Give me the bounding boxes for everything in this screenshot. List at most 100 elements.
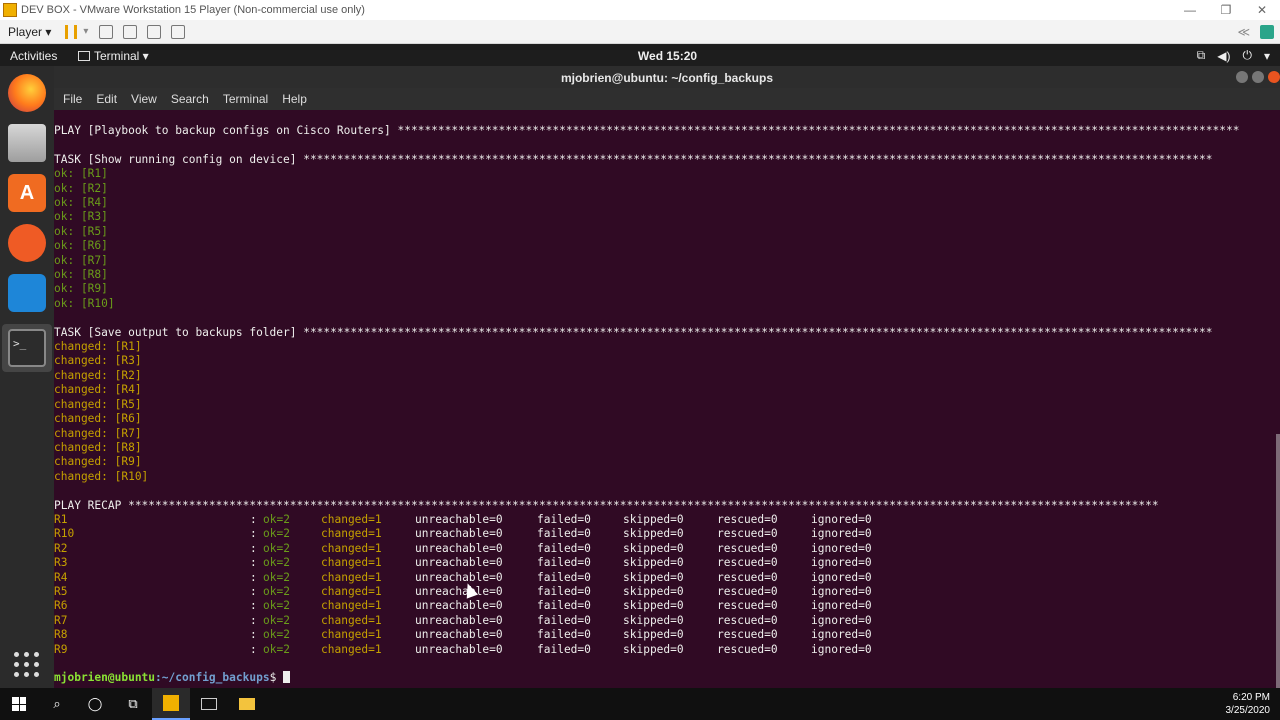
search-icon[interactable]: ⌕ (38, 688, 76, 720)
recap-host: R4 (54, 570, 68, 584)
text-cursor (283, 671, 291, 684)
terminal-line: ok: [R10] (54, 296, 115, 310)
menu-edit[interactable]: Edit (91, 92, 122, 106)
recap-skipped: skipped=0 (623, 527, 684, 541)
recap-changed: changed=1 (321, 628, 382, 642)
file-explorer-icon[interactable] (228, 688, 266, 720)
recap-host: R7 (54, 613, 68, 627)
feedback-icon[interactable] (1260, 24, 1274, 39)
terminal-line: ok: [R5] (54, 224, 108, 238)
recap-failed: failed=0 (537, 512, 591, 526)
recap-host: R3 (54, 556, 68, 570)
recap-row: R4: ok=2 changed=1 unreachable=0 failed=0 sk… (54, 571, 1239, 585)
collapse-toolbar-icon[interactable]: ≪ (1237, 25, 1250, 39)
terminal-line: ok: [R2] (54, 181, 108, 195)
recap-rescued: rescued=0 (717, 613, 778, 627)
recap-changed: changed=1 (321, 556, 382, 570)
terminal-scrollbar[interactable] (1276, 434, 1280, 688)
unity-icon[interactable] (171, 24, 186, 39)
prompt-symbol: $ (269, 671, 284, 685)
recap-skipped: skipped=0 (623, 613, 684, 627)
gnome-clock[interactable]: Wed 15:20 (0, 49, 1280, 63)
recap-separator: : (250, 613, 264, 627)
terminal-close-icon[interactable] (1268, 71, 1280, 83)
taskbar-clock[interactable]: 6:20 PM 3/25/2020 (1226, 691, 1271, 717)
terminal-output[interactable]: PLAY [Playbook to backup configs on Cisc… (54, 110, 1280, 688)
windows-taskbar: ⌕ ◯ ⧉ 6:20 PM 3/25/2020 (0, 688, 1280, 720)
recap-host: R6 (54, 599, 68, 613)
files-icon[interactable] (8, 124, 46, 162)
menu-help[interactable]: Help (277, 92, 312, 106)
terminal-lines: PLAY [Playbook to backup configs on Cisc… (54, 124, 1239, 686)
cortana-icon[interactable]: ◯ (76, 688, 114, 720)
recap-unreachable: unreachable=0 (415, 613, 503, 627)
terminal-icon[interactable]: >_ (8, 329, 46, 367)
terminal-line: ok: [R1] (54, 167, 108, 181)
recap-row: R3: ok=2 changed=1 unreachable=0 failed=0 sk… (54, 556, 1239, 570)
fullscreen-icon[interactable] (147, 24, 162, 39)
recap-ok: ok=2 (263, 527, 290, 541)
player-menu[interactable]: Player ▾ (8, 25, 51, 39)
postman-icon[interactable] (8, 224, 46, 262)
pause-icon[interactable] (65, 24, 78, 39)
terminal-line: PLAY [Playbook to backup configs on Cisc… (54, 124, 1240, 137)
recap-unreachable: unreachable=0 (415, 512, 503, 526)
recap-unreachable: unreachable=0 (415, 541, 503, 555)
recap-separator: : (250, 570, 264, 584)
minimize-button[interactable]: — (1172, 3, 1208, 17)
software-center-icon[interactable]: A (8, 174, 46, 212)
vscode-icon[interactable] (8, 274, 46, 312)
terminal-line: changed: [R6] (54, 412, 142, 426)
vmware-taskbar-icon[interactable] (152, 688, 190, 720)
recap-ok: ok=2 (263, 584, 290, 598)
recap-ignored: ignored=0 (811, 570, 872, 584)
recap-failed: failed=0 (537, 628, 591, 642)
recap-rescued: rescued=0 (717, 527, 778, 541)
power-icon: ⏻ (1242, 48, 1252, 62)
task-view-icon[interactable]: ⧉ (114, 688, 152, 720)
recap-unreachable: unreachable=0 (415, 642, 503, 656)
recap-failed: failed=0 (537, 541, 591, 555)
menu-terminal[interactable]: Terminal (218, 92, 273, 106)
recap-unreachable: unreachable=0 (415, 628, 503, 642)
system-tray[interactable]: ⧉ ◀) ⏻ ▾ (1197, 48, 1270, 63)
prompt-user: mjobrien@ubuntu (54, 671, 156, 685)
terminal-minimize-icon[interactable] (1236, 71, 1248, 83)
recap-host: R8 (54, 628, 68, 642)
recap-separator: : (250, 512, 264, 526)
recap-ok: ok=2 (263, 642, 290, 656)
recap-changed: changed=1 (321, 527, 382, 541)
show-applications-icon[interactable] (14, 652, 40, 678)
terminal-line: ok: [R3] (54, 210, 108, 224)
network-icon: ⧉ (1196, 48, 1206, 62)
removable-devices-icon[interactable] (123, 24, 138, 39)
recap-skipped: skipped=0 (623, 570, 684, 584)
terminal-taskbar-icon[interactable] (190, 688, 228, 720)
recap-host: R10 (54, 527, 75, 541)
recap-changed: changed=1 (321, 599, 382, 613)
firefox-icon[interactable] (8, 74, 46, 112)
recap-failed: failed=0 (537, 570, 591, 584)
close-button[interactable]: ✕ (1244, 3, 1280, 17)
start-button[interactable] (0, 688, 38, 720)
recap-skipped: skipped=0 (623, 512, 684, 526)
shell-prompt[interactable]: mjobrien@ubuntu:~/config_backups$ (54, 671, 1239, 685)
recap-row: R6: ok=2 changed=1 unreachable=0 failed=0 sk… (54, 599, 1239, 613)
taskbar-time: 6:20 PM (1232, 692, 1270, 703)
pause-dropdown-icon[interactable]: ▾ (83, 26, 88, 37)
recap-failed: failed=0 (537, 556, 591, 570)
recap-row: R5: ok=2 changed=1 unreachable=0 failed=0 sk… (54, 585, 1239, 599)
terminal-line: ok: [R4] (54, 196, 108, 210)
menu-file[interactable]: File (58, 92, 87, 106)
terminal-maximize-icon[interactable] (1252, 71, 1264, 83)
recap-failed: failed=0 (537, 613, 591, 627)
recap-row: R7: ok=2 changed=1 unreachable=0 failed=0 sk… (54, 614, 1239, 628)
send-ctrl-alt-del-icon[interactable] (99, 24, 114, 39)
recap-host: R9 (54, 642, 68, 656)
menu-view[interactable]: View (126, 92, 162, 106)
restore-button[interactable]: ❐ (1208, 3, 1244, 17)
terminal-line: ok: [R9] (54, 282, 108, 296)
menu-search[interactable]: Search (166, 92, 214, 106)
recap-separator: : (250, 527, 264, 541)
